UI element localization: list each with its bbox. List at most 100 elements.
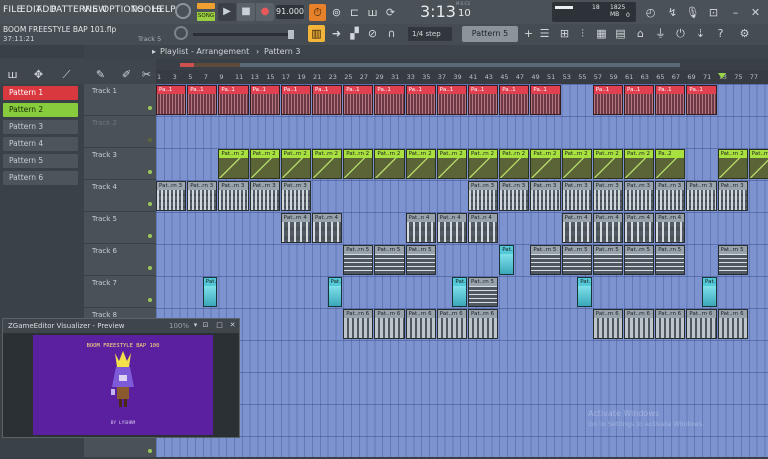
pattern-clip[interactable]: Pat..rn 5: [499, 245, 514, 275]
track-header-3[interactable]: Track 3: [84, 148, 156, 180]
step-seq-icon[interactable]: ▤: [612, 25, 629, 42]
pattern-clip[interactable]: Pat..rn 4: [280, 213, 311, 243]
pattern-item-4[interactable]: Pattern 4: [3, 137, 78, 151]
pattern-selector[interactable]: Pattern 5: [462, 26, 518, 42]
playlist-grid[interactable]: Pa..1 Pa..1 Pa..1 Pa..1 Pa..1 Pa..1 Pa..1 Pa..1…: [156, 84, 768, 457]
delete-tool-icon[interactable]: ✂: [138, 66, 155, 83]
pattern-clip[interactable]: Pat..rn 2: [592, 149, 623, 179]
track-header-7[interactable]: Track 7: [84, 276, 156, 308]
link-icon[interactable]: ⊘: [364, 25, 381, 42]
master-volume-knob[interactable]: [175, 3, 191, 19]
pattern-item-5[interactable]: Pattern 5: [3, 154, 78, 168]
menu-help[interactable]: HELP: [152, 5, 176, 15]
pattern-clip[interactable]: Pat..rn 6: [343, 309, 374, 339]
pattern-clip[interactable]: Pa..1: [249, 85, 280, 115]
pattern-clip[interactable]: Pat..rn 5: [327, 277, 343, 307]
pattern-clip[interactable]: Pat..rn 3: [530, 181, 561, 211]
timeline-ruler[interactable]: 1 3 5 7 9 11 13 15 17 19 21 23 25 27 29 31 33 35 37 39 41 43 4…: [156, 70, 768, 84]
pattern-clip[interactable]: Pat..rn 5: [702, 277, 717, 307]
pattern-clip[interactable]: Pat..rn 2: [499, 149, 530, 179]
magnet-snap-icon[interactable]: ∩: [383, 25, 400, 42]
preview-close-icon[interactable]: ✕: [228, 321, 237, 330]
pattern-clip[interactable]: Pat..rn 5: [530, 245, 561, 275]
track-mute-led-icon[interactable]: [148, 170, 152, 174]
pattern-clip[interactable]: Pa..1: [405, 85, 436, 115]
stop-button[interactable]: ■: [237, 3, 255, 21]
pattern-clip[interactable]: Pat..rn 5: [468, 277, 499, 307]
pattern-clip[interactable]: Pat..rn 2: [530, 149, 561, 179]
track-mute-led-icon[interactable]: [148, 234, 152, 238]
pattern-clip[interactable]: Pat..rn 4: [561, 213, 592, 243]
track-mute-led-icon[interactable]: [148, 106, 152, 110]
pattern-clip[interactable]: Pat..rn 5: [202, 277, 218, 307]
pitch-knob[interactable]: [174, 26, 188, 40]
channel-rack-icon[interactable]: ▦: [593, 25, 610, 42]
pattern-clip[interactable]: Pat..rn 5: [655, 245, 686, 275]
pattern-clip[interactable]: Pat..rn 6: [468, 309, 499, 339]
pattern-clip[interactable]: Pat..rn 2: [405, 149, 436, 179]
pattern-clip[interactable]: Pat..rn 2: [624, 149, 655, 179]
preview-dropdown-icon[interactable]: ▾: [191, 321, 200, 330]
pattern-clip[interactable]: Pa..1: [655, 85, 686, 115]
pattern-clip[interactable]: Pat..rn 5: [343, 245, 374, 275]
pattern-clip[interactable]: Pat..rn 5: [452, 277, 467, 307]
pattern-clip[interactable]: Pat..rn 3: [686, 181, 717, 211]
pattern-clip[interactable]: Pat..rn 3: [218, 181, 249, 211]
pattern-clip[interactable]: Pat..rn 5: [374, 245, 405, 275]
paint-icon[interactable]: ✐: [118, 66, 135, 83]
arrow-right-icon[interactable]: ➜: [328, 25, 345, 42]
pattern-clip[interactable]: Pat..rn 2: [374, 149, 405, 179]
pattern-clip[interactable]: Pat..rn 6: [374, 309, 405, 339]
record-button[interactable]: ●: [256, 3, 274, 21]
pattern-clip[interactable]: Pat..rn 6: [592, 309, 623, 339]
track-header-4[interactable]: Track 4: [84, 180, 156, 212]
pattern-clip[interactable]: Pat..rn 2: [436, 149, 467, 179]
pattern-clip[interactable]: Pat..rn 3: [249, 181, 280, 211]
pattern-clip[interactable]: Pat..rn 2: [280, 149, 311, 179]
playlist-menu-arrow-icon[interactable]: ▸: [152, 47, 156, 56]
track-mute-led-icon[interactable]: [148, 202, 152, 206]
track-mute-led-icon[interactable]: [148, 138, 152, 142]
loop-record-icon[interactable]: ⟳: [382, 4, 399, 21]
tempo-display[interactable]: 91.000: [276, 5, 304, 19]
track-header-2[interactable]: Track 2: [84, 116, 156, 148]
help-icon[interactable]: ?: [712, 25, 729, 42]
pattern-clip[interactable]: Pat..rn 5: [405, 245, 436, 275]
cpu-graph-icon[interactable]: ◴: [642, 4, 659, 21]
track-mute-led-icon[interactable]: [148, 266, 152, 270]
pattern-clip[interactable]: Pat..rn 2: [249, 149, 280, 179]
preview-titlebar[interactable]: ZGameEditor Visualizer - Preview 100% ▾ …: [3, 319, 239, 333]
pattern-clip[interactable]: Pat..rn 6: [655, 309, 686, 339]
countdown-icon[interactable]: ⊏: [346, 4, 363, 21]
microphone-icon[interactable]: 🎙: [684, 4, 701, 21]
track-mute-led-icon[interactable]: [148, 449, 152, 453]
pattern-clip[interactable]: Pa..1: [374, 85, 405, 115]
pattern-item-2[interactable]: Pattern 2: [3, 103, 78, 117]
pattern-clip[interactable]: Pat..rn 5: [592, 245, 623, 275]
draw-icon[interactable]: ✎: [92, 66, 109, 83]
pattern-clip[interactable]: Pat..rn 2: [218, 149, 249, 179]
plugin-picker-icon[interactable]: ⏻: [672, 25, 689, 42]
playlist-icon[interactable]: ☰: [536, 25, 553, 42]
piano-roll-icon[interactable]: ⊞: [556, 25, 573, 42]
metronome-icon[interactable]: ⏱: [309, 4, 326, 21]
pattern-clip[interactable]: Pa..1: [436, 85, 467, 115]
pattern-clip[interactable]: Pa..1: [686, 85, 717, 115]
pattern-clip[interactable]: Pat..n 4: [436, 213, 467, 243]
mixer-icon[interactable]: ⫶: [574, 25, 591, 42]
pattern-clip[interactable]: Pat..rn 4: [624, 213, 655, 243]
render-icon[interactable]: ⇣: [692, 25, 709, 42]
plugin-icon[interactable]: ⏚: [652, 25, 669, 42]
pattern-clip[interactable]: Pat..rn 2: [748, 149, 768, 179]
pattern-clip[interactable]: Pat..n 4: [405, 213, 436, 243]
news-icon[interactable]: ⊡: [705, 4, 722, 21]
pattern-item-6[interactable]: Pattern 6: [3, 171, 78, 185]
pattern-clip[interactable]: Pa..1: [218, 85, 249, 115]
pattern-clip[interactable]: Pat..rn 3: [156, 181, 187, 211]
online-icon[interactable]: ↯: [664, 4, 681, 21]
pattern-clip[interactable]: Pat..rn 2: [343, 149, 374, 179]
master-pitch-slider[interactable]: [193, 30, 294, 39]
preview-maximize-icon[interactable]: □: [215, 321, 224, 330]
pattern-clip[interactable]: Pa..1: [530, 85, 561, 115]
pattern-clip[interactable]: Pa..1: [343, 85, 374, 115]
